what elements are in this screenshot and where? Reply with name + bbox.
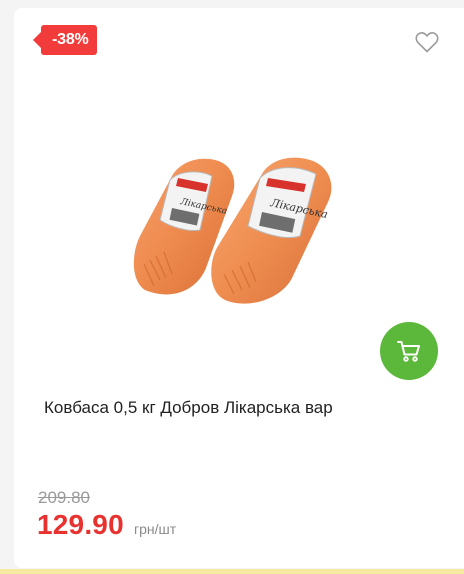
product-image[interactable]: Лікарська Лікарська <box>120 140 350 315</box>
add-to-cart-button[interactable] <box>380 322 438 380</box>
product-title[interactable]: Ковбаса 0,5 кг Добров Лікарська вар <box>44 396 434 420</box>
current-price: 129.90 <box>37 509 124 540</box>
old-price: 209.80 <box>38 488 90 507</box>
page: -38% Лікарська Лікарська Ковбаса 0,5 кг … <box>0 0 464 574</box>
bottom-strip <box>0 569 464 574</box>
cart-icon <box>397 341 420 362</box>
heart-icon <box>415 32 439 53</box>
favorite-button[interactable] <box>414 30 440 54</box>
price-unit: грн/шт <box>134 521 177 537</box>
discount-badge: -38% <box>33 25 97 55</box>
